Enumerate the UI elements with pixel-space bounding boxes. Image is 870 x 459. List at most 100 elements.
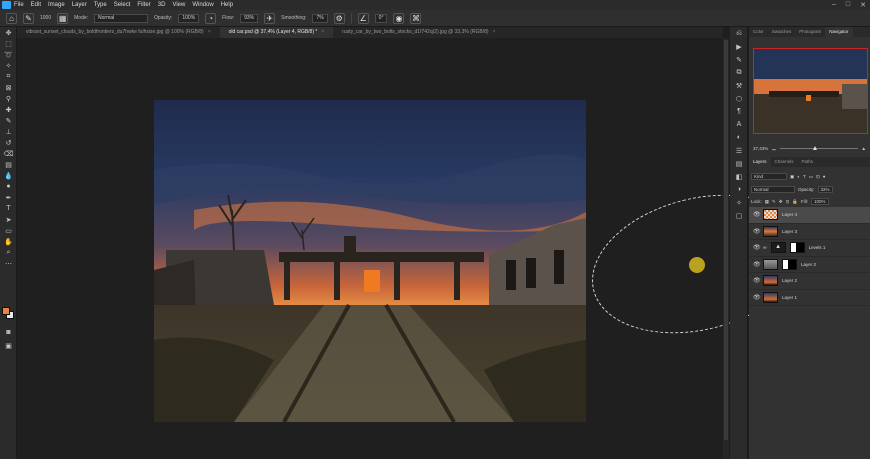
character-icon[interactable]: A — [730, 118, 748, 131]
layer-row[interactable]: 👁 Layer 4 — [749, 207, 870, 224]
tab-vibrant-sunset[interactable]: vibrant_sunset_clouds_by_boldfrontiers_d… — [17, 27, 220, 38]
layer-row[interactable]: 👁 Layer 2 — [749, 257, 870, 273]
layer-name[interactable]: Layer 2 — [782, 278, 797, 283]
blur-tool-icon[interactable]: 💧 — [0, 170, 17, 181]
brush-preset-icon[interactable]: ✎ — [730, 53, 748, 66]
path-select-tool-icon[interactable]: ➤ — [0, 214, 17, 225]
menu-file[interactable]: File — [14, 2, 24, 8]
tab-color[interactable]: Color — [749, 27, 768, 37]
info-icon[interactable]: ▢ — [730, 209, 748, 222]
close-icon[interactable]: × — [493, 29, 496, 35]
pen-tool-icon[interactable]: ✒ — [0, 192, 17, 203]
smoothing-settings-icon[interactable]: ⚙ — [333, 12, 345, 24]
quick-select-tool-icon[interactable]: ✧ — [0, 60, 17, 71]
properties-icon[interactable]: ☰ — [730, 144, 748, 157]
layer-mask-thumbnail[interactable] — [789, 242, 805, 254]
filter-shape-icon[interactable]: ▭ — [809, 174, 813, 180]
document-canvas[interactable] — [154, 100, 586, 422]
layer-opacity-field[interactable]: 32% — [817, 186, 833, 193]
brush-size-value[interactable]: 1000 — [40, 15, 51, 21]
eyedropper-tool-icon[interactable]: ⚲ — [0, 93, 17, 104]
visibility-eye-icon[interactable]: 👁 — [753, 294, 761, 301]
smoothing-field[interactable]: 7% — [312, 13, 328, 23]
lasso-tool-icon[interactable]: ➰ — [0, 49, 17, 60]
paragraph-icon[interactable]: ¶ — [730, 105, 748, 118]
gradient-tool-icon[interactable]: ▤ — [0, 159, 17, 170]
shape-tool-icon[interactable]: ▭ — [0, 225, 17, 236]
cube-icon[interactable]: ⬡ — [730, 92, 748, 105]
lock-image-icon[interactable]: ✎ — [772, 199, 776, 205]
blend-mode-select[interactable]: Normal — [751, 186, 795, 193]
layer-name[interactable]: Layer 4 — [782, 212, 797, 217]
channels-icon[interactable]: ◑ — [730, 183, 748, 196]
visibility-eye-icon[interactable]: 👁 — [753, 277, 761, 284]
zoom-slider-knob[interactable] — [813, 145, 818, 150]
lock-artboard-icon[interactable]: ⊡ — [786, 199, 790, 205]
menu-view[interactable]: View — [172, 2, 185, 8]
navigator-preview[interactable] — [753, 48, 868, 134]
menu-help[interactable]: Help — [221, 2, 233, 8]
history-brush-tool-icon[interactable]: ↺ — [0, 137, 17, 148]
tab-rusty-car[interactable]: rusty_car_by_two_bolts_stocks_d1f742q(2)… — [333, 27, 504, 38]
layer-name[interactable]: Layer 2 — [801, 262, 816, 267]
layer-row[interactable]: 👁 Layer 1 — [749, 290, 870, 306]
close-icon[interactable]: × — [208, 29, 211, 35]
eraser-tool-icon[interactable]: ⌫ — [0, 148, 17, 159]
clone-source-icon[interactable]: ⧉ — [730, 66, 748, 79]
pressure-opacity-icon[interactable]: ◔ — [205, 12, 217, 24]
layer-row[interactable]: 👁 ∞ ▲ Levels 1 — [749, 240, 870, 257]
brush-tool-icon[interactable]: ✎ — [0, 115, 17, 126]
zoom-tool-icon[interactable]: ⌕ — [0, 247, 17, 258]
home-icon[interactable]: ⌂ — [6, 12, 17, 24]
vertical-scrollbar[interactable] — [723, 38, 729, 459]
menu-select[interactable]: Select — [114, 2, 131, 8]
healing-brush-tool-icon[interactable]: ✚ — [0, 104, 17, 115]
layer-name[interactable]: Layer 3 — [782, 229, 797, 234]
layer-mask-thumbnail[interactable] — [782, 258, 797, 270]
pressure-size-icon[interactable]: ◉ — [393, 12, 405, 24]
layer-name[interactable]: Layer 1 — [782, 295, 797, 300]
zoom-out-icon[interactable]: ▁ — [772, 145, 775, 151]
adjustments-icon[interactable]: ◐ — [730, 131, 748, 144]
layer-row[interactable]: 👁 Layer 2 — [749, 273, 870, 290]
scrollbar-thumb[interactable] — [724, 40, 728, 440]
tab-swatches[interactable]: Swatches — [768, 27, 796, 37]
filter-adjustment-icon[interactable]: ◐ — [797, 174, 800, 179]
tool-presets-icon[interactable]: ⚒ — [730, 79, 748, 92]
canvas-workspace[interactable] — [17, 38, 821, 459]
visibility-eye-icon[interactable]: 👁 — [753, 228, 761, 235]
filter-pixel-icon[interactable]: ▣ — [790, 174, 794, 180]
screen-mode-icon[interactable]: ▣ — [0, 340, 17, 351]
opacity-field[interactable]: 100% — [178, 13, 200, 23]
play-icon[interactable]: ▶ — [730, 40, 748, 53]
filter-toggle-icon[interactable]: ● — [823, 174, 826, 179]
menu-window[interactable]: Window — [192, 2, 213, 8]
paths-icon[interactable]: ✧ — [730, 196, 748, 209]
menu-3d[interactable]: 3D — [158, 2, 166, 8]
layer-row[interactable]: 👁 Layer 3 — [749, 224, 870, 240]
lock-position-icon[interactable]: ✥ — [779, 199, 783, 205]
hand-tool-icon[interactable]: ✋ — [0, 236, 17, 247]
layer-name[interactable]: Levels 1 — [809, 245, 826, 250]
marquee-tool-icon[interactable]: ⬚ — [0, 38, 17, 49]
menu-layer[interactable]: Layer — [72, 2, 87, 8]
visibility-eye-icon[interactable]: 👁 — [753, 211, 761, 218]
brush-tool-icon[interactable]: ✎ — [23, 12, 34, 24]
type-tool-icon[interactable]: T — [0, 203, 17, 214]
history-icon[interactable]: ⎌ — [730, 27, 748, 40]
foreground-color-swatch[interactable] — [2, 307, 10, 315]
tab-layers[interactable]: Layers — [749, 157, 771, 167]
quick-mask-icon[interactable]: ◙ — [0, 327, 17, 338]
more-tools-icon[interactable]: ⋯ — [0, 258, 17, 269]
menu-filter[interactable]: Filter — [137, 2, 150, 8]
tab-photogram[interactable]: Photogram — [795, 27, 825, 37]
kind-filter-select[interactable]: Kind — [751, 173, 787, 180]
tab-navigator[interactable]: Navigator — [825, 27, 853, 37]
zoom-value[interactable]: 37,43% — [753, 146, 768, 151]
menu-type[interactable]: Type — [94, 2, 107, 8]
clone-stamp-tool-icon[interactable]: ⊥ — [0, 126, 17, 137]
close-icon[interactable]: ✕ — [860, 1, 866, 9]
lock-transparent-icon[interactable]: ▦ — [765, 199, 769, 205]
menu-image[interactable]: Image — [48, 2, 65, 8]
dodge-tool-icon[interactable]: ● — [0, 181, 17, 192]
